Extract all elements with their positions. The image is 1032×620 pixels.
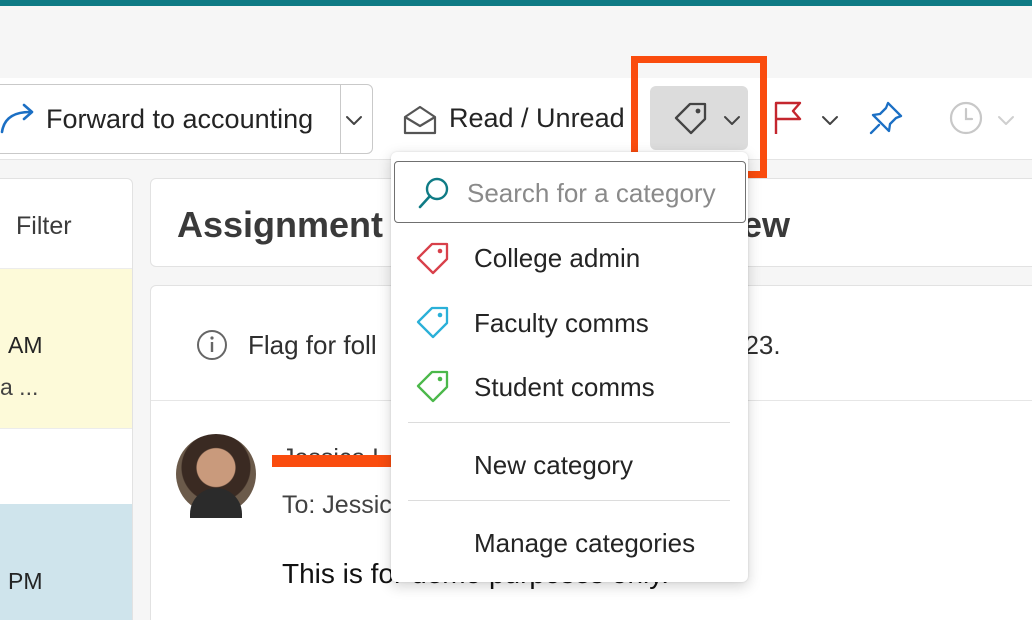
list-item-preview: a ... xyxy=(0,374,39,400)
chevron-down-icon[interactable] xyxy=(820,110,840,135)
envelope-open-icon[interactable] xyxy=(402,104,438,141)
info-icon xyxy=(196,329,228,366)
category-item-faculty-comms[interactable]: Faculty comms xyxy=(474,308,649,339)
flag-icon[interactable] xyxy=(772,100,804,141)
list-item-time: PM xyxy=(8,568,43,594)
list-item[interactable] xyxy=(0,504,132,620)
split-button-divider xyxy=(340,84,341,154)
list-item[interactable] xyxy=(0,428,132,504)
filter-button[interactable]: Filter xyxy=(16,212,72,241)
tag-icon xyxy=(414,368,452,409)
search-icon xyxy=(416,176,452,217)
category-item-college-admin[interactable]: College admin xyxy=(474,243,640,274)
manage-categories-menu-item[interactable]: Manage categories xyxy=(474,528,695,559)
category-item-student-comms[interactable]: Student comms xyxy=(474,372,655,403)
search-placeholder: Search for a category xyxy=(467,178,716,208)
chevron-down-icon[interactable] xyxy=(996,110,1016,135)
tag-icon xyxy=(414,304,452,345)
menu-divider xyxy=(408,500,730,501)
menu-divider xyxy=(408,422,730,423)
message-subject: Assignment xyxy=(177,204,384,245)
clock-icon[interactable] xyxy=(948,100,984,141)
tag-icon xyxy=(414,240,452,281)
forward-button-label: Forward to accounting xyxy=(46,104,314,134)
flag-info-text: Flag for foll xyxy=(248,330,377,360)
forward-arrow-icon xyxy=(0,102,40,139)
new-category-menu-item[interactable]: New category xyxy=(474,450,633,481)
list-item-time: AM xyxy=(8,332,43,358)
pin-icon[interactable] xyxy=(868,100,904,141)
header-area xyxy=(0,6,1032,78)
chevron-down-icon[interactable] xyxy=(344,110,364,135)
recipient-line: To: Jessic xyxy=(282,491,392,519)
read-unread-button[interactable]: Read / Unread xyxy=(449,103,625,134)
